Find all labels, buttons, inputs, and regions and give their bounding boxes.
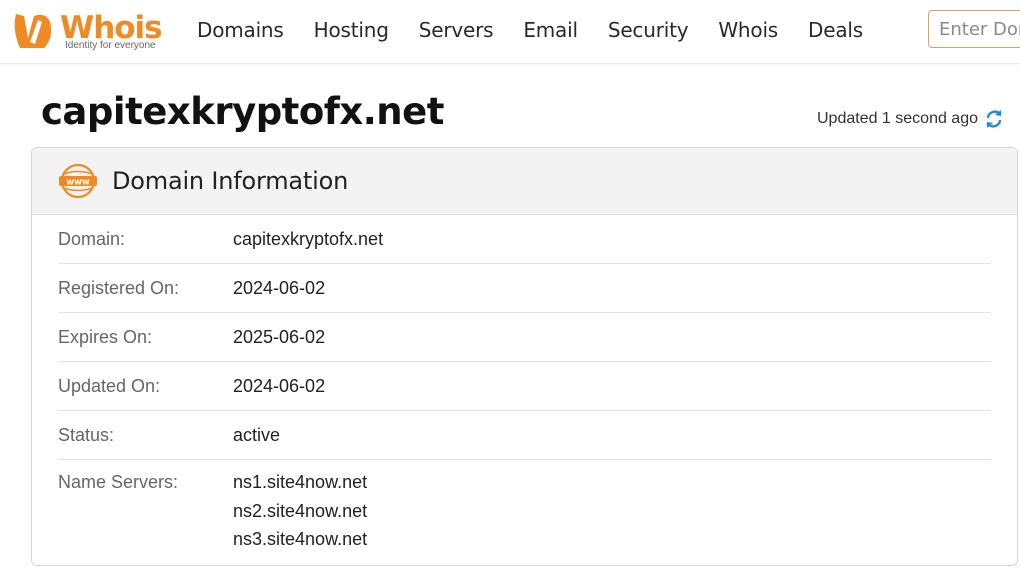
nav-domains[interactable]: Domains xyxy=(197,18,284,42)
name-server-item: ns1.site4now.net xyxy=(233,472,368,492)
row-value: 2025-06-02 xyxy=(233,326,326,347)
name-server-item: ns2.site4now.net xyxy=(233,500,368,521)
row-value: active xyxy=(233,424,281,445)
row-label: Updated On: xyxy=(58,375,161,396)
row-status: Status: active xyxy=(58,411,991,460)
row-domain: Domain: capitexkryptofx.net xyxy=(58,215,991,264)
row-updated-on: Updated On: 2024-06-02 xyxy=(58,362,991,411)
nav-email[interactable]: Email xyxy=(523,18,578,42)
row-expires-on: Expires On: 2025-06-02 xyxy=(58,313,991,362)
nav-hosting[interactable]: Hosting xyxy=(314,18,389,42)
domain-info-rows: Domain: capitexkryptofx.net Registered O… xyxy=(32,215,1017,554)
main-nav: Domains Hosting Servers Email Security W… xyxy=(182,0,878,60)
updated-text: Updated 1 second ago xyxy=(816,110,978,127)
row-label: Expires On: xyxy=(58,326,153,347)
row-value: 2024-06-02 xyxy=(233,277,326,298)
name-server-list: ns1.site4now.net ns2.site4now.net ns3.si… xyxy=(233,472,367,554)
www-globe-icon: www xyxy=(59,163,97,199)
domain-information-card: www Domain Information Domain: capitexkr… xyxy=(31,147,1018,566)
updated-status: Updated 1 second ago xyxy=(817,108,1004,130)
card-header: www Domain Information xyxy=(32,148,1017,215)
svg-text:www: www xyxy=(66,178,90,188)
nav-servers[interactable]: Servers xyxy=(419,18,494,42)
nav-deals[interactable]: Deals xyxy=(808,18,863,42)
name-server-item: ns3.site4now.net xyxy=(233,529,368,549)
domain-search-input[interactable] xyxy=(928,10,1020,48)
row-label: Status: xyxy=(58,424,115,445)
row-value: capitexkryptofx.net xyxy=(233,228,384,249)
whois-logo[interactable]: Whois Identity for everyone xyxy=(10,8,170,54)
whois-logo-icon xyxy=(14,14,52,48)
refresh-icon[interactable] xyxy=(984,108,1004,130)
nav-whois[interactable]: Whois xyxy=(718,18,778,42)
row-label: Registered On: xyxy=(58,277,180,298)
row-value: 2024-06-02 xyxy=(233,375,326,396)
nav-security[interactable]: Security xyxy=(608,18,689,42)
logo-tagline: Identity for everyone xyxy=(65,40,156,51)
row-label: Name Servers: xyxy=(58,472,179,492)
row-registered-on: Registered On: 2024-06-02 xyxy=(58,264,991,313)
row-label: Domain: xyxy=(58,228,126,249)
page-title: capitexkryptofx.net xyxy=(41,90,444,133)
row-name-servers: Name Servers: ns1.site4now.net ns2.site4… xyxy=(58,460,991,554)
card-title: Domain Information xyxy=(112,167,349,195)
top-navigation-bar: Whois Identity for everyone Domains Host… xyxy=(0,0,1020,64)
